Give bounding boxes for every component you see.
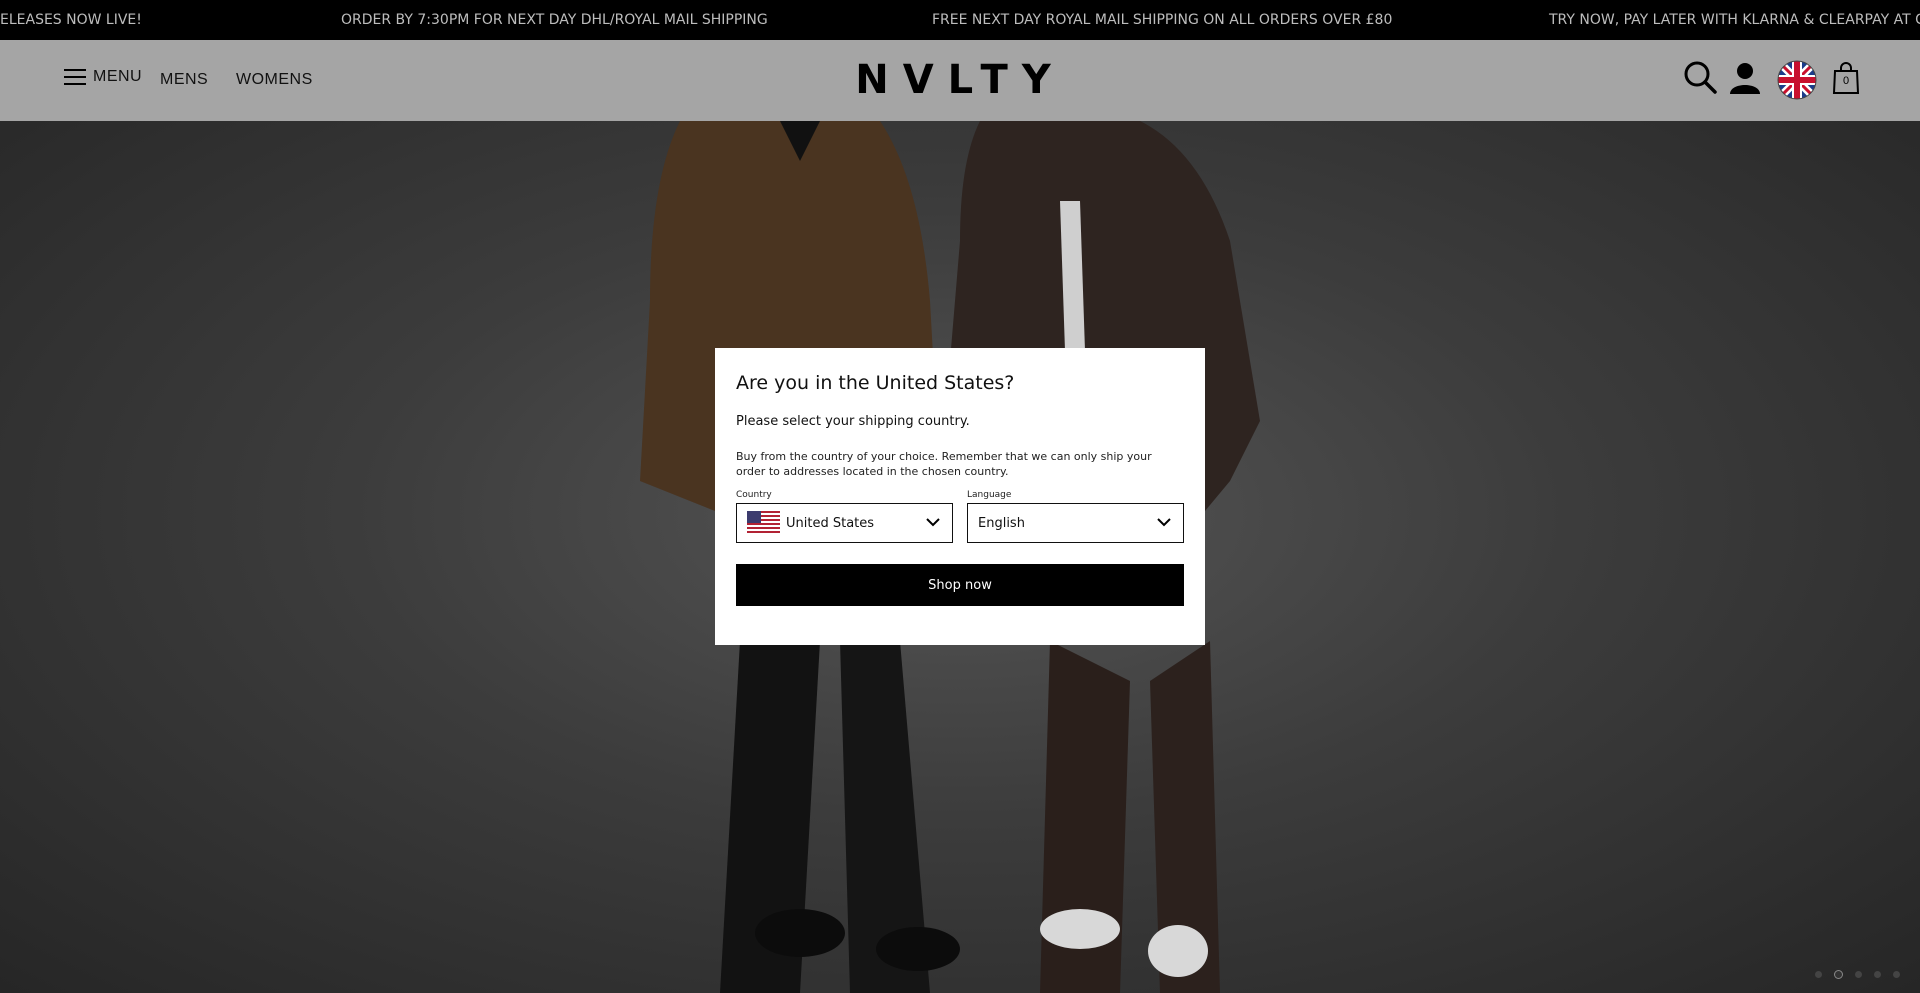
announcement-text: TRY NOW, PAY LATER WITH KLARNA & CLEARPA… bbox=[1549, 12, 1920, 28]
country-selector-modal: Are you in the United States? Please sel… bbox=[715, 348, 1205, 645]
announcement-text: ELEASES NOW LIVE! bbox=[0, 12, 142, 28]
site-header: MENU MENS WOMENS NVLTY 0 bbox=[0, 40, 1920, 121]
announcement-text: ORDER BY 7:30PM FOR NEXT DAY DHL/ROYAL M… bbox=[341, 12, 768, 28]
shopping-bag-icon[interactable]: 0 bbox=[1832, 61, 1860, 100]
carousel-dot[interactable] bbox=[1855, 971, 1862, 978]
language-select[interactable]: English bbox=[967, 503, 1184, 543]
nav-link-womens[interactable]: WOMENS bbox=[236, 71, 313, 89]
country-select[interactable]: United States bbox=[736, 503, 953, 543]
language-field: Language English bbox=[967, 490, 1184, 543]
carousel-dot-active[interactable] bbox=[1834, 970, 1843, 979]
hamburger-icon bbox=[64, 68, 86, 86]
language-label: Language bbox=[967, 490, 1012, 500]
cart-count: 0 bbox=[1842, 75, 1850, 87]
modal-info-text: Buy from the country of your choice. Rem… bbox=[736, 450, 1152, 478]
nav-link-mens[interactable]: MENS bbox=[160, 71, 208, 89]
menu-label: MENU bbox=[93, 68, 143, 85]
uk-flag-icon[interactable] bbox=[1777, 60, 1817, 105]
us-flag-icon bbox=[747, 511, 780, 535]
chevron-down-icon bbox=[1157, 518, 1171, 527]
carousel-dot[interactable] bbox=[1893, 971, 1900, 978]
account-icon[interactable] bbox=[1729, 62, 1761, 99]
shop-now-button[interactable]: Shop now bbox=[736, 564, 1184, 606]
carousel-dots bbox=[1815, 970, 1900, 979]
announcement-bar: ELEASES NOW LIVE! ORDER BY 7:30PM FOR NE… bbox=[0, 0, 1920, 40]
modal-subtitle: Please select your shipping country. bbox=[736, 414, 970, 429]
menu-button[interactable]: MENU bbox=[64, 68, 142, 86]
country-label: Country bbox=[736, 490, 772, 500]
language-value: English bbox=[978, 515, 1025, 531]
country-value: United States bbox=[786, 515, 875, 531]
modal-title: Are you in the United States? bbox=[736, 372, 1015, 394]
site-logo[interactable]: NVLTY bbox=[855, 57, 1065, 103]
carousel-dot[interactable] bbox=[1874, 971, 1881, 978]
search-icon[interactable] bbox=[1683, 60, 1717, 99]
chevron-down-icon bbox=[926, 518, 940, 527]
announcement-text: FREE NEXT DAY ROYAL MAIL SHIPPING ON ALL… bbox=[932, 12, 1393, 28]
carousel-dot[interactable] bbox=[1815, 971, 1822, 978]
country-field: Country United States bbox=[736, 490, 953, 543]
